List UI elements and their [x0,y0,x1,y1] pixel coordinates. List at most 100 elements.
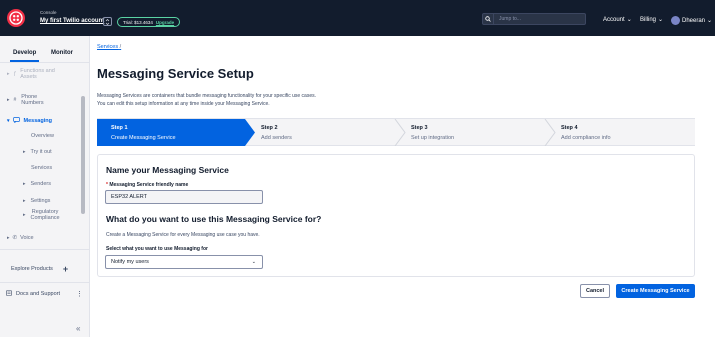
chevron-down-icon: ⌄ [626,17,632,23]
billing-menu-label: Billing [640,16,657,23]
upgrade-link[interactable]: Upgrade [156,20,174,25]
use-case-select-label: Select what you want to use Messaging fo… [106,246,208,252]
avatar [671,16,680,25]
sidebar-item-label: Regulatory Compliance [30,209,60,221]
step-number: Step 2 [261,125,278,131]
sidebar-item-regulatory-compliance[interactable]: ▸ Regulatory Compliance [23,209,60,221]
jump-to-input[interactable] [494,16,585,22]
friendly-name-input[interactable]: ESP32 ALERT [105,190,263,204]
billing-menu[interactable]: Billing ⌄ [640,16,664,24]
sidebar-item-services[interactable]: Services [31,165,52,171]
docs-and-support-button[interactable]: Docs and Support ⋮ [6,290,83,298]
sidebar: Develop Monitor ▸ ƒ Functions and Assets… [0,36,90,337]
docs-and-support-label: Docs and Support [16,291,61,297]
breadcrumb-separator: / [119,44,122,50]
step-1: Step 1 Create Messaging Service [97,119,255,146]
caret-right-icon: ▸ [23,149,26,155]
sidebar-item-label: Overview [31,133,54,139]
top-navigation-bar: Console My first Twilio account Trial: $… [0,0,715,36]
phone-icon: ✆ [12,235,18,241]
twilio-logo-icon[interactable] [7,9,25,27]
sidebar-item-label: Settings [30,198,51,204]
trial-balance-text: Trial: $13.4634 [123,19,153,25]
caret-right-icon: ▸ [23,212,26,218]
account-caption: Console [40,10,57,15]
page-title: Messaging Service Setup [97,66,254,81]
chevron-down-icon: ⌄ [251,259,256,265]
sidebar-tabs: Develop Monitor [0,42,90,64]
sidebar-item-overview[interactable]: Overview [31,133,54,139]
sidebar-item-try-it-out[interactable]: ▸ Try it out [23,149,52,155]
step-3: Step 3 Set up integration [397,119,547,146]
select-value: Notify my users [111,259,149,265]
step-label: Create Messaging Service [111,135,176,141]
account-switcher-icon[interactable] [103,17,112,26]
step-2: Step 2 Add senders [247,119,397,146]
tab-monitor[interactable]: Monitor [51,50,73,56]
sidebar-item-messaging[interactable]: ▾ Messaging [7,117,52,125]
sidebar-item-label: Try it out [30,149,52,155]
required-mark: * [106,182,108,188]
friendly-name-label: * Messaging Service friendly name [106,182,188,188]
use-case-help-text: Create a Messaging Service for every Mes… [106,232,260,238]
hash-icon: # [13,97,17,103]
docs-icon [6,290,12,298]
divider [0,62,90,63]
step-number: Step 1 [111,125,128,131]
plus-icon: + [62,264,69,274]
sidebar-item-settings[interactable]: ▸ Settings [23,198,50,204]
field-label-text: Messaging Service friendly name [109,182,189,188]
chat-icon [12,117,20,125]
account-menu[interactable]: Account ⌄ [603,16,632,24]
sidebar-item-label: Messaging [23,118,52,124]
page-description: Messaging Services are containers that b… [97,92,316,108]
trial-balance-badge: Trial: $13.4634 Upgrade [117,17,181,27]
section-title: Name your Messaging Service [106,165,229,175]
chevron-down-icon: ⌄ [707,18,713,24]
sidebar-item-functions[interactable]: ▸ ƒ Functions and Assets [7,68,55,80]
caret-down-icon: ▾ [7,118,10,124]
use-case-select[interactable]: Notify my users ⌄ [105,255,263,269]
search-icon [483,14,494,24]
sidebar-item-phone-numbers[interactable]: ▸ # Phone Numbers [7,94,44,106]
user-name: Dheeran [682,17,706,24]
collapse-sidebar-icon[interactable]: « [76,324,80,333]
step-number: Step 3 [411,125,428,131]
caret-right-icon: ▸ [7,235,10,241]
explore-products-button[interactable]: Explore Products + [11,264,68,274]
sidebar-item-label: Phone Numbers [21,94,44,106]
step-number: Step 4 [561,125,578,131]
user-menu[interactable]: Dheeran ⌄ [671,16,712,25]
description-line: You can edit this setup information at a… [97,101,270,107]
caret-right-icon: ▸ [23,198,26,204]
account-menu-label: Account [603,16,625,23]
chevron-down-icon: ⌄ [658,17,664,23]
function-icon: ƒ [13,71,17,77]
explore-products-label: Explore Products [11,266,53,272]
sidebar-scrollbar[interactable] [81,96,85,214]
use-case-title: What do you want to use this Messaging S… [106,214,322,224]
divider [0,282,90,283]
cancel-button[interactable]: Cancel [580,284,610,298]
step-label: Add compliance info [561,135,611,141]
description-line: Messaging Services are containers that b… [97,93,317,99]
jump-to-search[interactable] [482,13,586,25]
sidebar-item-label: Voice [20,235,34,241]
step-label: Set up integration [411,135,455,141]
sidebar-item-label: Services [31,165,53,171]
tab-develop[interactable]: Develop [9,50,40,62]
step-4: Step 4 Add compliance info [547,119,695,146]
account-name-link[interactable]: My first Twilio account [40,18,104,24]
create-messaging-service-button[interactable]: Create Messaging Service [616,284,695,298]
sidebar-item-label: Functions and Assets [20,68,55,80]
divider [0,249,90,250]
caret-right-icon: ▸ [23,181,26,187]
breadcrumb: Services / [97,44,121,50]
sidebar-item-voice[interactable]: ▸ ✆ Voice [7,235,34,241]
sidebar-item-label: Senders [30,181,52,187]
step-label: Add senders [261,135,292,141]
sidebar-item-senders[interactable]: ▸ Senders [23,181,51,187]
setup-form-card: Name your Messaging Service * Messaging … [97,154,695,277]
breadcrumb-services-link[interactable]: Services [97,44,118,50]
caret-right-icon: ▸ [7,71,10,77]
